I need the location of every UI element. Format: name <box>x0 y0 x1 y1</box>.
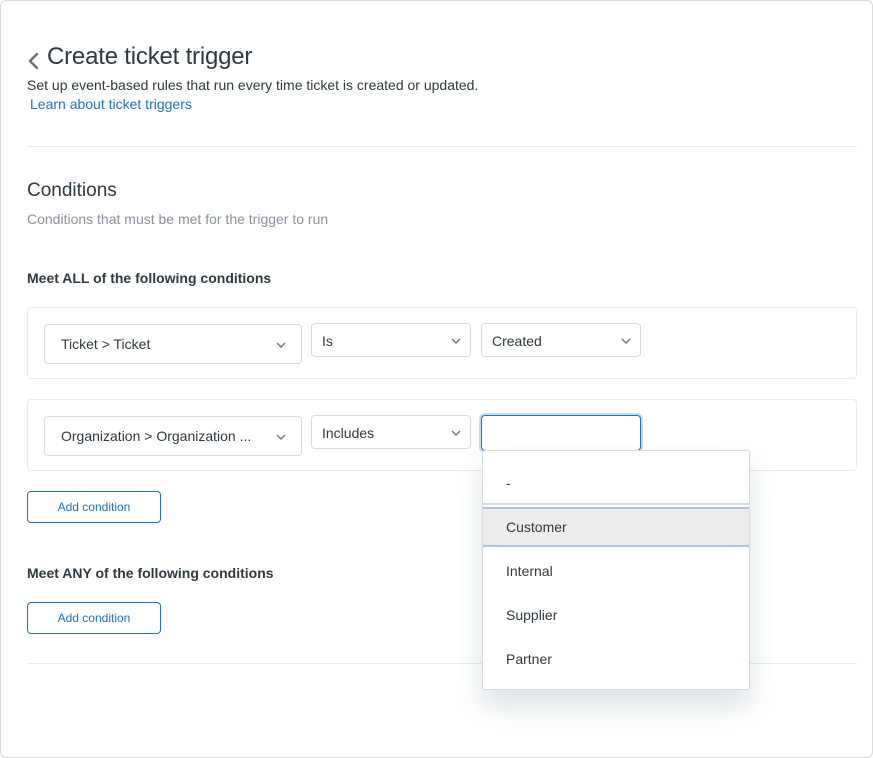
condition-field-select[interactable]: Organization > Organization ... <box>44 416 302 456</box>
condition-value-value: Created <box>492 333 542 349</box>
value-dropdown-menu: - Customer Internal Supplier Partner <box>482 450 750 690</box>
condition-operator-value: Includes <box>322 425 375 441</box>
meet-any-label: Meet ANY of the following conditions <box>27 565 274 581</box>
chevron-down-icon <box>451 430 461 436</box>
condition-field-value: Organization > Organization ... <box>61 428 252 444</box>
conditions-title: Conditions <box>27 180 117 201</box>
header-divider <box>27 146 857 147</box>
dropdown-option-none[interactable]: - <box>483 463 749 505</box>
condition-operator-select[interactable]: Is <box>311 323 471 357</box>
condition-operator-value: Is <box>322 333 333 349</box>
chevron-down-icon <box>276 342 286 348</box>
add-all-condition-button[interactable]: Add condition <box>27 491 161 523</box>
condition-value-input[interactable] <box>481 415 641 451</box>
page-title: Create ticket trigger <box>47 43 253 70</box>
dropdown-option-supplier[interactable]: Supplier <box>483 595 749 635</box>
condition-field-value: Ticket > Ticket <box>61 336 151 352</box>
page-subtitle: Set up event-based rules that run every … <box>27 77 479 93</box>
condition-row: Ticket > Ticket Is Created <box>27 307 857 379</box>
chevron-down-icon <box>621 338 631 344</box>
add-any-condition-button[interactable]: Add condition <box>27 602 161 634</box>
conditions-description: Conditions that must be met for the trig… <box>27 211 329 227</box>
condition-field-select[interactable]: Ticket > Ticket <box>44 324 302 364</box>
learn-about-triggers-link[interactable]: Learn about ticket triggers <box>30 96 192 112</box>
chevron-down-icon <box>451 338 461 344</box>
condition-operator-select[interactable]: Includes <box>311 415 471 449</box>
dropdown-option-partner[interactable]: Partner <box>483 639 749 679</box>
chevron-down-icon <box>276 434 286 440</box>
chevron-left-icon[interactable] <box>25 51 43 71</box>
condition-value-select[interactable]: Created <box>481 323 641 357</box>
dropdown-option-internal[interactable]: Internal <box>483 551 749 591</box>
dropdown-option-customer[interactable]: Customer <box>483 507 749 547</box>
page-frame: Create ticket trigger Set up event-based… <box>0 0 873 758</box>
meet-all-label: Meet ALL of the following conditions <box>27 270 272 286</box>
